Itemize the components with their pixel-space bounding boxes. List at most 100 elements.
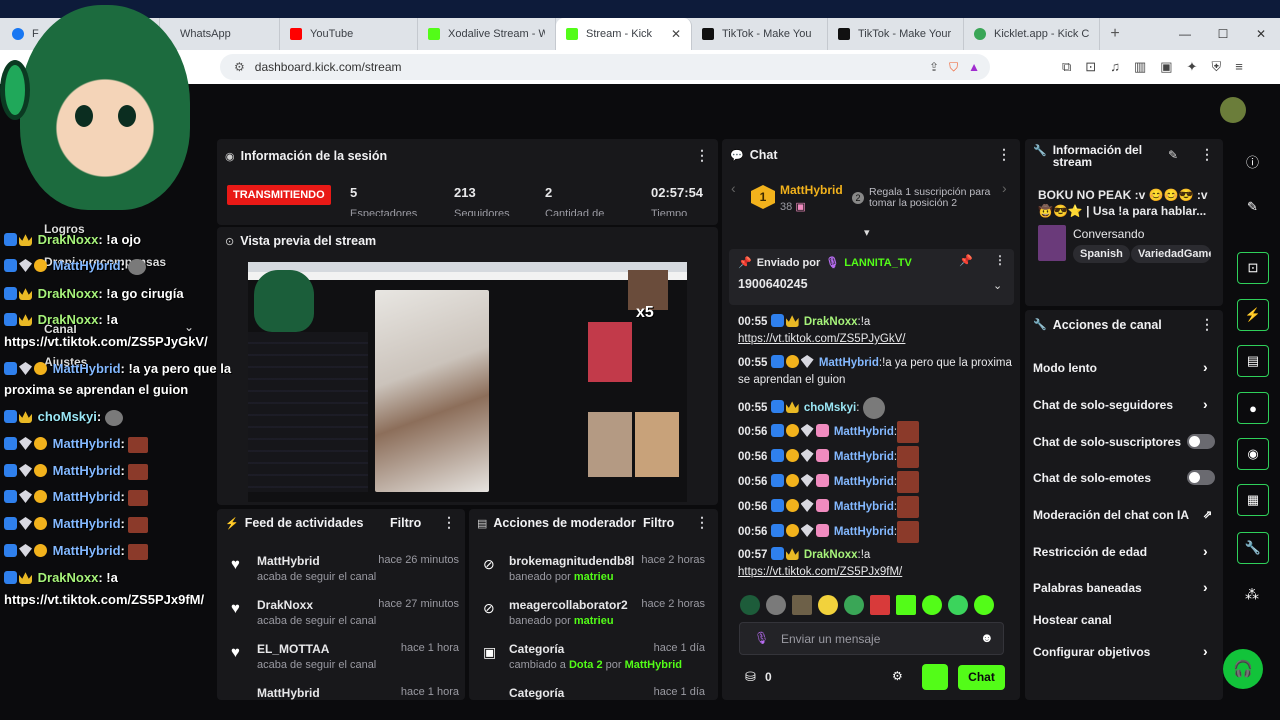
chat-message: 00:56 MattHybrid:: [738, 496, 1018, 518]
emote-icon[interactable]: [896, 595, 916, 615]
host-channel-option[interactable]: Hostear canal: [1033, 613, 1218, 627]
brave-shield-icon[interactable]: ⛉: [949, 60, 958, 75]
broadcast-icon[interactable]: ◉: [1237, 438, 1269, 470]
gift-icon: ▣: [795, 201, 806, 213]
menu-icon[interactable]: ≡: [1235, 59, 1243, 75]
share-icon[interactable]: ⇪: [929, 60, 939, 74]
lightning-icon[interactable]: ⚡: [1237, 299, 1269, 331]
activity-filter-button[interactable]: Filtro: [390, 516, 421, 530]
chat-bubble-icon[interactable]: ●: [1237, 392, 1269, 424]
screenshot-icon[interactable]: ⊡: [1085, 59, 1096, 75]
emote-icon[interactable]: [766, 595, 786, 615]
gem-badge-icon: [800, 474, 814, 488]
info-icon[interactable]: ⓘ: [1246, 152, 1259, 171]
more-options-icon[interactable]: ⋮: [1200, 146, 1214, 163]
support-button[interactable]: 🎧: [1223, 649, 1263, 689]
slow-mode-option[interactable]: Modo lento ›: [1033, 359, 1218, 375]
sub-badge-icon: [785, 474, 799, 488]
ai-moderation-option[interactable]: Moderación del chat con IA ⇗: [1033, 508, 1218, 522]
chevron-down-icon[interactable]: ⌄: [993, 279, 1002, 292]
maximize-button[interactable]: ☐: [1204, 18, 1242, 50]
tab-xodalive[interactable]: Xodalive Stream - Wa: [418, 18, 556, 50]
gear-icon[interactable]: ⚙: [892, 669, 903, 683]
emote-icon[interactable]: [974, 595, 994, 615]
more-options-icon[interactable]: ⋮: [695, 514, 709, 531]
age-restriction-option[interactable]: Restricción de edad ›: [1033, 543, 1218, 559]
close-tab-icon[interactable]: ✕: [671, 27, 681, 41]
new-tab-button[interactable]: +: [1100, 18, 1130, 50]
points-icon[interactable]: ⛁: [745, 669, 756, 685]
verified-badge-icon: [770, 355, 784, 368]
preview-avatar: [254, 270, 314, 332]
site-info-icon[interactable]: ⚙: [234, 60, 245, 74]
kick-emote-button[interactable]: [922, 664, 948, 690]
stream-info-panel: 🔧 Información del stream ✎ ⋮ BOKU NO PEA…: [1025, 139, 1223, 306]
emoji-icon[interactable]: ☻: [980, 630, 994, 645]
points-count: 0: [765, 670, 772, 684]
minimize-button[interactable]: —: [1166, 18, 1204, 50]
tab-tiktok-2[interactable]: TikTok - Make Your D: [828, 18, 964, 50]
emote-icon: [897, 421, 920, 443]
chat-message: 00:55 MattHybrid:!a ya pero que la proxi…: [738, 355, 1012, 386]
followers-only-option[interactable]: Chat de solo-seguidores ›: [1033, 396, 1218, 412]
chevron-right-icon[interactable]: ›: [1002, 180, 1007, 196]
mod-filter-button[interactable]: Filtro: [643, 516, 674, 530]
rewards-icon[interactable]: ▲: [968, 60, 980, 74]
tab-stream-kick[interactable]: Stream - Kick ✕: [556, 18, 692, 50]
emote-icon[interactable]: [948, 595, 968, 615]
more-options-icon[interactable]: ⋮: [695, 147, 709, 164]
gift-badge-icon: [815, 524, 829, 538]
more-options-icon[interactable]: ⋮: [997, 146, 1011, 163]
emotes-only-toggle[interactable]: [1187, 470, 1215, 485]
stat-viewers: 5 Espectadores: [350, 185, 418, 216]
emote-icon[interactable]: [870, 595, 890, 615]
chat-message: 00:56 MattHybrid:: [738, 421, 1018, 443]
emote-icon[interactable]: [922, 595, 942, 615]
document-icon[interactable]: ▤: [1237, 345, 1269, 377]
stream-preview-video[interactable]: x5: [248, 262, 687, 502]
tag-chip[interactable]: VariedadGamer: [1131, 245, 1211, 263]
chevron-left-icon[interactable]: ‹: [731, 180, 736, 196]
more-options-icon[interactable]: ⋮: [994, 253, 1006, 267]
vpn-icon[interactable]: ⛨: [1211, 59, 1221, 75]
layout-icon[interactable]: ▦: [1237, 484, 1269, 516]
top-gifter-name[interactable]: MattHybrid: [780, 183, 843, 197]
music-icon[interactable]: ♫: [1110, 59, 1120, 75]
emote-icon[interactable]: [792, 595, 812, 615]
expand-icon[interactable]: ▾: [864, 226, 870, 239]
category-name[interactable]: Conversando: [1073, 227, 1144, 241]
goals-option[interactable]: Configurar objetivos ›: [1033, 643, 1218, 659]
close-window-button[interactable]: ✕: [1242, 18, 1280, 50]
url-field[interactable]: ⚙ dashboard.kick.com/stream ⇪ ⛉ ▲: [220, 54, 990, 80]
pencil-icon[interactable]: ✎: [1247, 199, 1258, 215]
extensions-icon[interactable]: ⧉: [1062, 59, 1071, 75]
mod-actions-panel: ▤ Acciones de moderador Filtro ⋮ ⊘ broke…: [469, 509, 718, 700]
lightning-icon: ⚡: [225, 517, 239, 530]
send-chat-button[interactable]: Chat: [958, 665, 1005, 690]
gift-badge-icon: [815, 449, 829, 463]
emote-icon[interactable]: [740, 595, 760, 615]
chevron-right-icon: ›: [1203, 543, 1208, 559]
more-options-icon[interactable]: ⋮: [1200, 316, 1214, 333]
wrench-icon[interactable]: 🔧: [1237, 532, 1269, 564]
list-item: ⊘ meagercollaborator2 hace 2 horas banead…: [483, 598, 705, 627]
subscribers-only-toggle[interactable]: [1187, 434, 1215, 449]
sidebar-icon[interactable]: ▥: [1134, 59, 1146, 75]
emote-icon[interactable]: [844, 595, 864, 615]
leo-icon[interactable]: ✦: [1187, 59, 1198, 75]
wallet-icon[interactable]: ▣: [1160, 59, 1172, 75]
unpin-icon[interactable]: 📌: [959, 254, 973, 267]
screen-icon[interactable]: ⊡: [1237, 252, 1269, 284]
user-avatar[interactable]: [1220, 97, 1246, 123]
chat-input[interactable]: 🎙 Enviar un mensaje ☻: [739, 622, 1004, 655]
tab-youtube[interactable]: YouTube: [280, 18, 418, 50]
more-options-icon[interactable]: ⋮: [442, 514, 456, 531]
emote-icon[interactable]: [818, 595, 838, 615]
banned-words-option[interactable]: Palabras baneadas ›: [1033, 579, 1218, 595]
tab-kicklet[interactable]: Kicklet.app - Kick Cha: [964, 18, 1100, 50]
edit-icon[interactable]: ✎: [1168, 148, 1178, 162]
gift-rank-badge: 2: [852, 192, 864, 204]
tab-tiktok-1[interactable]: TikTok - Make You: [692, 18, 828, 50]
apps-icon[interactable]: ⁂: [1245, 586, 1259, 603]
tag-chip[interactable]: Spanish: [1073, 245, 1130, 263]
